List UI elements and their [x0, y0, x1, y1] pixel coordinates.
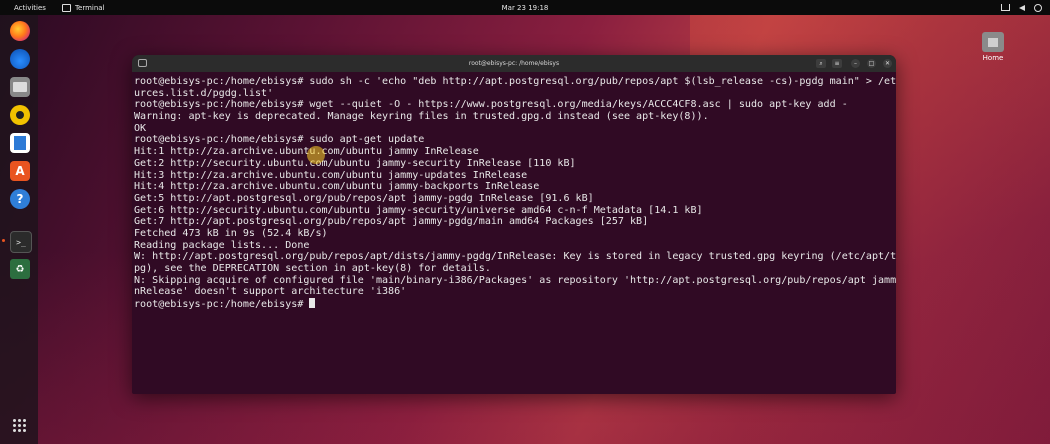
terminal-line: Hit:3 http://za.archive.ubuntu.com/ubunt… [134, 169, 528, 181]
rhythmbox-icon[interactable] [10, 105, 30, 125]
terminal-line: Get:2 http://security.ubuntu.com/ubuntu … [134, 157, 576, 169]
cursor-highlight [307, 146, 325, 164]
terminal-line: Hit:4 http://za.archive.ubuntu.com/ubunt… [134, 181, 540, 193]
writer-icon[interactable] [10, 133, 30, 153]
search-icon[interactable]: ⌕ [816, 59, 826, 68]
dock: A ? >_ ♻ [0, 15, 38, 444]
terminal-line: Reading package lists... Done [134, 239, 310, 251]
app-center-icon[interactable]: A [10, 161, 30, 181]
files-icon[interactable] [10, 77, 30, 97]
firefox-icon[interactable] [10, 21, 30, 41]
terminal-title: root@ebisys-pc: /home/ebisys [468, 60, 560, 67]
clock[interactable]: Mar 23 19:18 [0, 4, 1050, 12]
show-apps-icon[interactable] [13, 419, 26, 432]
terminal-line: root@ebisys-pc:/home/ebisys# sudo apt-ge… [134, 134, 425, 146]
app-menu[interactable]: Terminal [61, 3, 105, 12]
terminal-icon[interactable]: >_ [10, 231, 32, 253]
terminal-line: Get:5 http://apt.postgresql.org/pub/repo… [134, 192, 594, 204]
network-icon[interactable] [1001, 4, 1010, 11]
terminal-line: Warning: apt-key is deprecated. Manage k… [134, 111, 709, 123]
terminal-line: root@ebisys-pc:/home/ebisys# sudo sh -c … [134, 76, 896, 87]
close-icon[interactable]: ✕ [883, 59, 892, 68]
terminal-line: Get:7 http://apt.postgresql.org/pub/repo… [134, 216, 649, 228]
power-icon[interactable] [1034, 3, 1042, 12]
terminal-line: Hit:1 http://za.archive.ubuntu.com/ubunt… [134, 146, 479, 158]
help-icon[interactable]: ? [10, 189, 30, 209]
terminal-line: OK [134, 122, 147, 134]
trash-icon[interactable]: ♻ [10, 259, 30, 279]
running-indicator [2, 239, 5, 242]
text-cursor [309, 298, 316, 309]
terminal-small-icon [61, 3, 71, 12]
maximize-icon[interactable]: □ [867, 59, 876, 68]
app-menu-label: Terminal [74, 3, 105, 12]
terminal-line: N: Skipping acquire of configured file '… [134, 274, 896, 286]
terminal-prompt-line[interactable]: root@ebisys-pc:/home/ebisys# [134, 298, 896, 310]
thunderbird-icon[interactable] [10, 49, 30, 69]
activities-button[interactable]: Activities [14, 4, 46, 12]
menu-icon[interactable]: ≡ [832, 59, 842, 68]
terminal-output[interactable]: root@ebisys-pc:/home/ebisys# sudo sh -c … [132, 72, 896, 310]
terminal-line: root@ebisys-pc:/home/ebisys# wget --quie… [134, 99, 848, 111]
terminal-window[interactable]: root@ebisys-pc: /home/ebisys ⌕ ≡ – □ ✕ r… [132, 55, 896, 394]
system-tray[interactable] [1001, 0, 1042, 15]
terminal-line: urces.list.d/pgdg.list' [134, 87, 274, 99]
top-bar: Activities Terminal Mar 23 19:18 [0, 0, 1050, 15]
volume-icon[interactable] [1019, 4, 1025, 11]
home-folder-icon[interactable] [982, 32, 1004, 52]
terminal-header[interactable]: root@ebisys-pc: /home/ebisys ⌕ ≡ – □ ✕ [132, 55, 896, 72]
terminal-line: Fetched 473 kB in 9s (52.4 kB/s) [134, 227, 328, 239]
terminal-line: W: http://apt.postgresql.org/pub/repos/a… [134, 251, 896, 263]
home-folder-label[interactable]: Home [970, 54, 1016, 62]
terminal-line: pg), see the DEPRECATION section in apt-… [134, 263, 491, 274]
terminal-line: nRelease' doesn't support architecture '… [134, 286, 407, 298]
minimize-icon[interactable]: – [851, 59, 860, 68]
terminal-prompt: root@ebisys-pc:/home/ebisys# [134, 299, 310, 311]
terminal-line: Get:6 http://security.ubuntu.com/ubuntu … [134, 204, 703, 216]
